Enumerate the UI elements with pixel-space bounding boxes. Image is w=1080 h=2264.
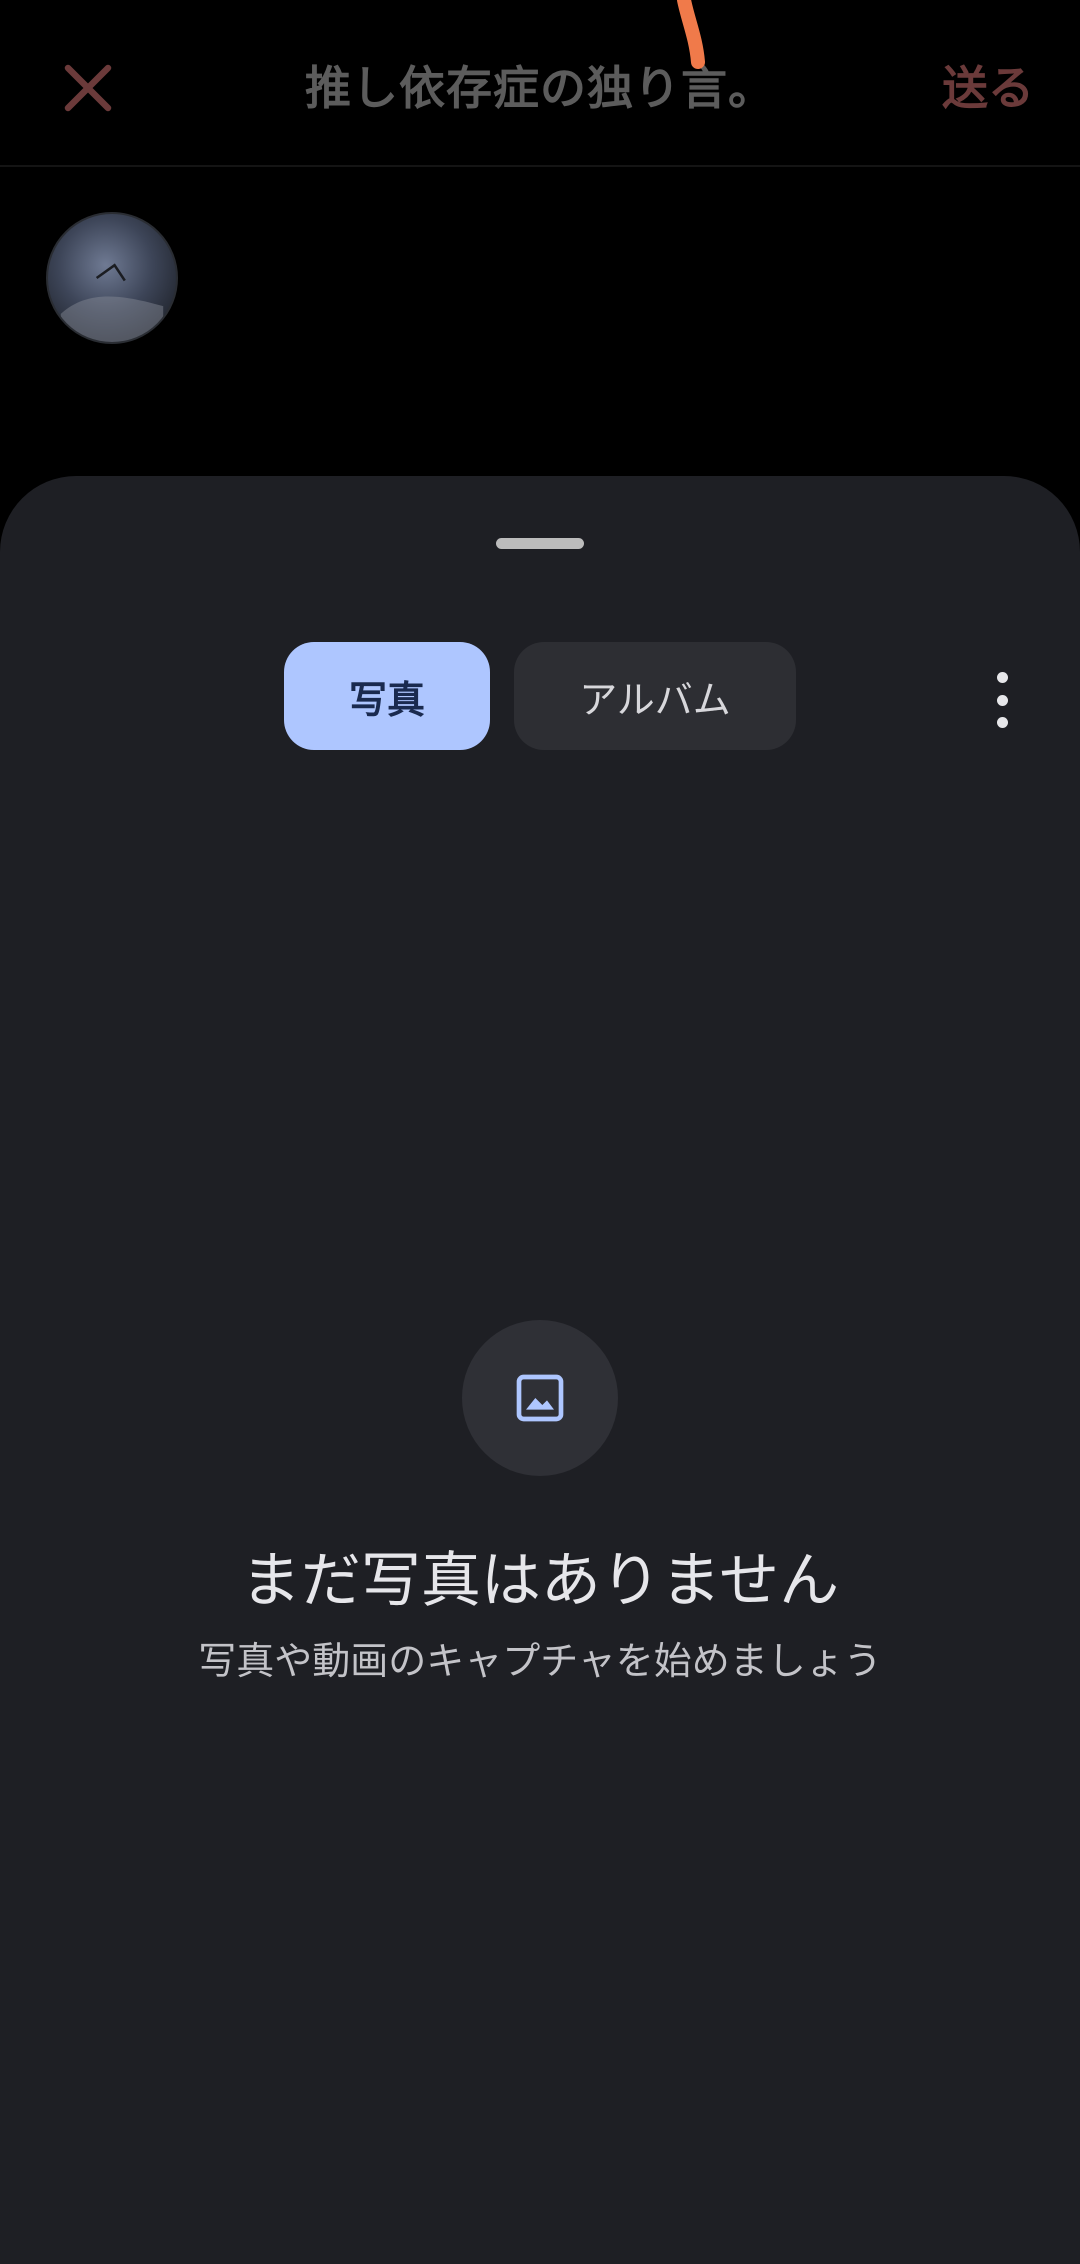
pen-stroke-annotation [677,0,705,69]
photo-picker-screen: 推し依存症の独り言。 送る 写真 アルバム まだ写真はありません 写真や動画のキ… [0,0,1080,2264]
page-title: 推し依存症の独り言。 [305,61,775,115]
avatar[interactable] [46,212,178,344]
empty-state-icon-container [462,1320,618,1476]
tab-albums[interactable]: アルバム [514,642,796,750]
tab-photos[interactable]: 写真 [284,642,490,750]
drag-handle[interactable] [496,538,584,549]
more-vert-icon[interactable] [986,672,1018,728]
send-button[interactable]: 送る [942,52,1034,118]
avatar-image [60,263,164,342]
photo-picker-sheet: 写真 アルバム まだ写真はありません 写真や動画のキャプチャを始めましょう [0,476,1080,2264]
empty-state-title: まだ写真はありません [240,1546,840,1616]
close-icon [64,64,112,112]
empty-state-subtitle: 写真や動画のキャプチャを始めましょう [198,1639,882,1683]
image-icon [516,1374,564,1422]
close-button[interactable] [50,50,126,126]
top-bar: 推し依存症の独り言。 送る [0,0,1080,167]
